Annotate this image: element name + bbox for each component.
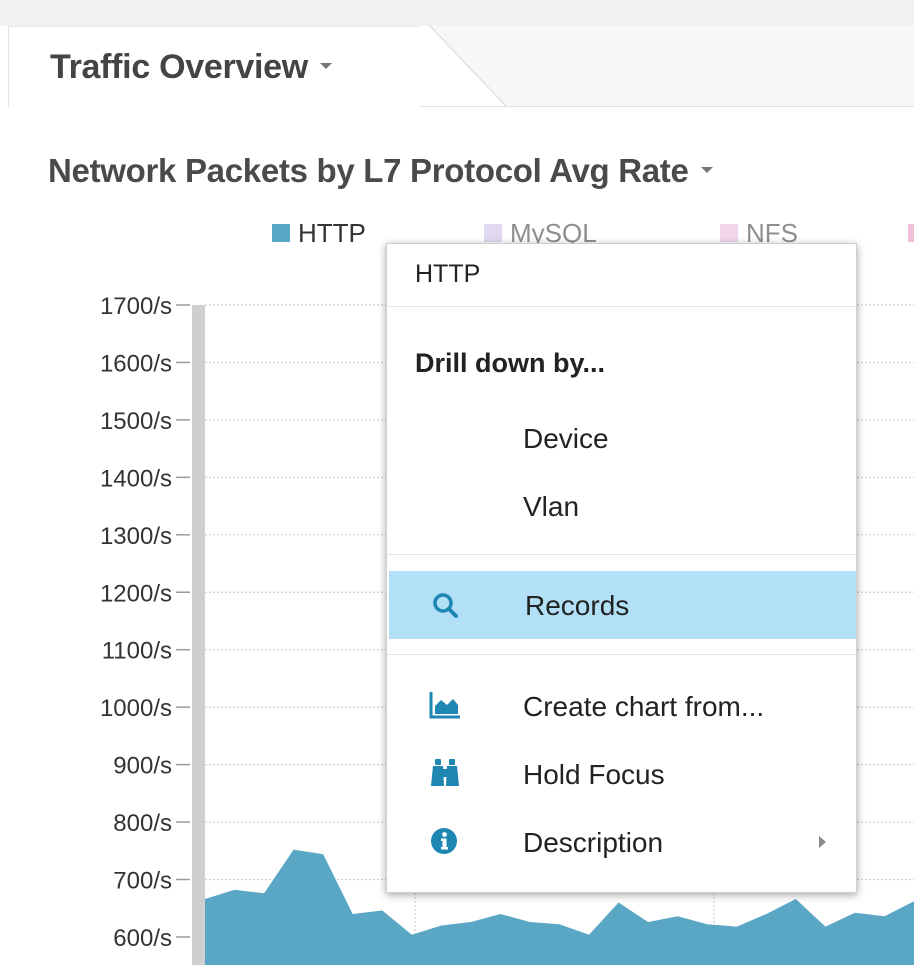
menu-item-label: Hold Focus [523, 759, 665, 790]
menu-item-label: Vlan [523, 491, 580, 522]
binoculars-icon [429, 758, 459, 788]
y-tick-label: 1500/s [100, 408, 172, 435]
y-tick-label: 1100/s [102, 638, 172, 665]
chevron-right-icon [819, 836, 826, 848]
y-axis-bar [192, 305, 205, 965]
menu-divider [387, 306, 856, 307]
menu-item-hold-focus[interactable]: Hold Focus [387, 744, 856, 804]
menu-item-label: Device [523, 423, 609, 454]
menu-item-description[interactable]: Description [387, 812, 856, 872]
info-icon [429, 826, 459, 856]
menu-item-create-chart[interactable]: Create chart from... [387, 676, 856, 736]
y-tick-label: 800/s [113, 810, 172, 837]
y-tick-label: 900/s [113, 753, 172, 780]
menu-item-label: Records [525, 590, 630, 621]
menu-divider [387, 654, 856, 655]
menu-item-device[interactable]: Device [387, 408, 856, 468]
y-tick-label: 1300/s [100, 523, 172, 550]
y-tick-label: 1200/s [100, 580, 172, 607]
menu-item-records[interactable]: Records [389, 571, 856, 639]
menu-divider [387, 554, 856, 555]
y-tick-label: 1400/s [100, 465, 172, 492]
context-menu: HTTP Drill down by... Device Vlan Record… [386, 243, 857, 893]
area-chart-icon [429, 690, 460, 720]
drill-down-heading: Drill down by... [415, 348, 606, 378]
menu-item-label: Create chart from... [523, 691, 765, 722]
y-tick-label: 1600/s [100, 350, 172, 377]
y-tick-label: 1000/s [100, 695, 172, 722]
y-tick-label: 1700/s [100, 293, 172, 320]
menu-item-label: Description [523, 827, 664, 858]
y-tick-label: 700/s [113, 868, 172, 895]
menu-item-vlan[interactable]: Vlan [387, 476, 856, 536]
y-tick-label: 600/s [113, 925, 172, 952]
search-icon [431, 591, 461, 621]
menu-header: HTTP [415, 260, 481, 288]
